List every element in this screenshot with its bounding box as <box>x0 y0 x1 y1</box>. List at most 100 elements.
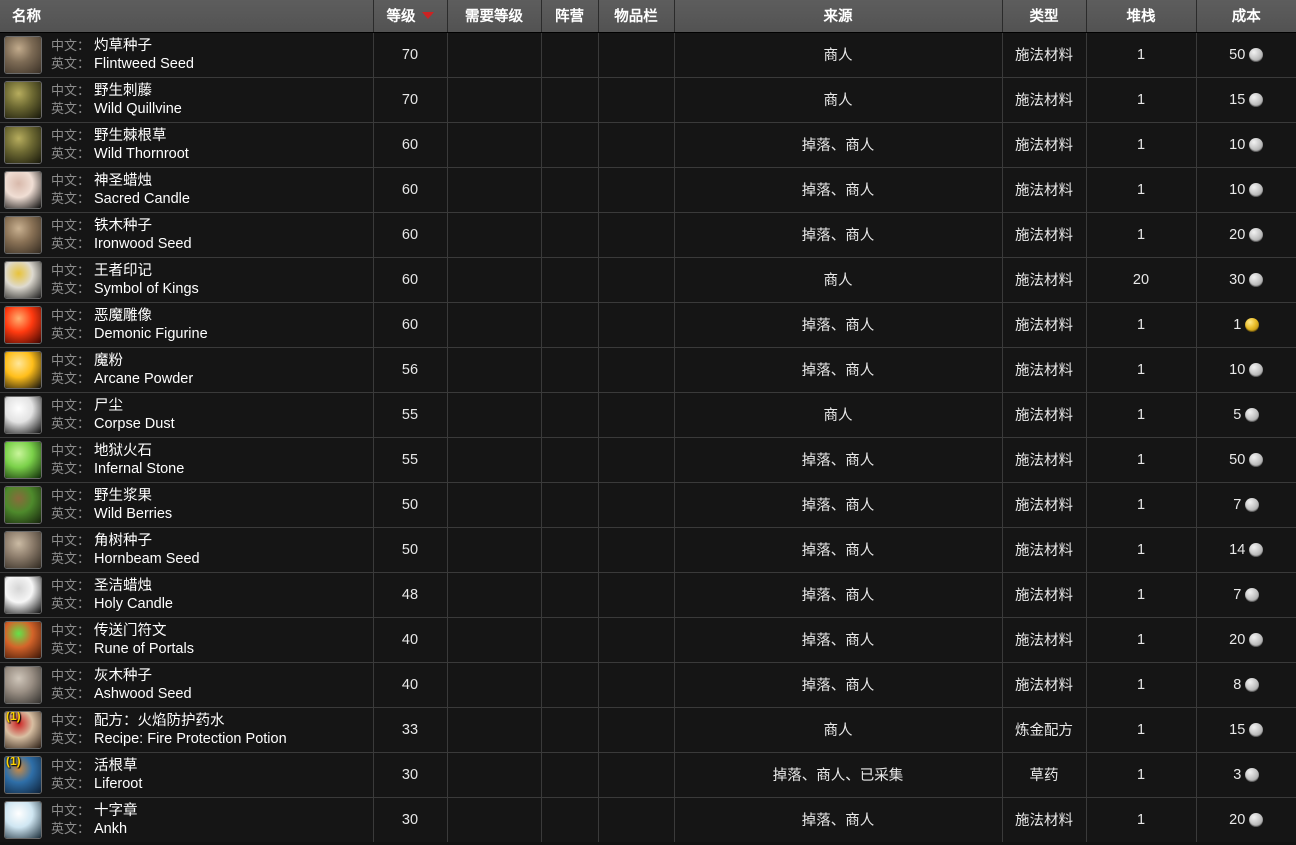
column-header-cost[interactable]: 成本 <box>1196 0 1296 33</box>
item-name-english[interactable]: Ankh <box>94 820 127 838</box>
item-name-cell[interactable]: 中文： 十字章 英文： Ankh <box>0 797 374 842</box>
item-name-english[interactable]: Hornbeam Seed <box>94 550 200 568</box>
table-row[interactable]: 中文： 神圣蜡烛 英文： Sacred Candle 60 掉落、商人 施法材料 1 10 <box>0 167 1296 213</box>
item-name-english[interactable]: Demonic Figurine <box>94 325 208 343</box>
item-icon[interactable]: (1) <box>4 710 42 749</box>
item-name-cell[interactable]: 中文： 地狱火石 英文： Infernal Stone <box>0 437 374 483</box>
column-header-faction[interactable]: 阵营 <box>541 0 599 33</box>
item-name-chinese[interactable]: 铁木种子 <box>94 217 152 235</box>
item-icon[interactable] <box>4 80 42 119</box>
item-icon[interactable]: (1) <box>4 755 42 794</box>
table-row[interactable]: 中文： 灰木种子 英文： Ashwood Seed 40 掉落、商人 施法材料 1 8 <box>0 662 1296 708</box>
item-name-cell[interactable]: (1) 中文： 活根草 英文： Liferoot <box>0 752 374 798</box>
item-name-cell[interactable]: 中文： 灼草种子 英文： Flintweed Seed <box>0 32 374 78</box>
item-name-cell[interactable]: 中文： 铁木种子 英文： Ironwood Seed <box>0 212 374 258</box>
column-header-name[interactable]: 名称 <box>0 0 374 33</box>
item-icon[interactable] <box>4 35 42 74</box>
item-name-cell[interactable]: 中文： 王者印记 英文： Symbol of Kings <box>0 257 374 303</box>
item-icon[interactable] <box>4 575 42 614</box>
item-name-cell[interactable]: 中文： 魔粉 英文： Arcane Powder <box>0 347 374 393</box>
item-name-english[interactable]: Flintweed Seed <box>94 55 194 73</box>
item-name-chinese[interactable]: 圣洁蜡烛 <box>94 577 152 595</box>
item-icon[interactable] <box>4 800 42 839</box>
item-name-chinese[interactable]: 活根草 <box>94 757 138 775</box>
table-row[interactable]: 中文： 王者印记 英文： Symbol of Kings 60 商人 施法材料 20 30 <box>0 257 1296 303</box>
table-row[interactable]: 中文： 尸尘 英文： Corpse Dust 55 商人 施法材料 1 5 <box>0 392 1296 438</box>
item-name-chinese[interactable]: 魔粉 <box>94 352 123 370</box>
item-name-cell[interactable]: 中文： 恶魔雕像 英文： Demonic Figurine <box>0 302 374 348</box>
table-row[interactable]: (1) 中文： 活根草 英文： Liferoot 30 掉落、商人、已采集 草药 1 3 <box>0 752 1296 798</box>
item-name-english[interactable]: Liferoot <box>94 775 142 793</box>
item-name-cell[interactable]: 中文： 神圣蜡烛 英文： Sacred Candle <box>0 167 374 213</box>
table-row[interactable]: (1) 中文： 配方：火焰防护药水 英文： Recipe: Fire Protectio… <box>0 707 1296 753</box>
item-name-english[interactable]: Wild Quillvine <box>94 100 182 118</box>
item-name-english[interactable]: Sacred Candle <box>94 190 190 208</box>
item-name-chinese[interactable]: 恶魔雕像 <box>94 307 152 325</box>
item-name-english[interactable]: Rune of Portals <box>94 640 194 658</box>
table-row[interactable]: 中文： 野生浆果 英文： Wild Berries 50 掉落、商人 施法材料 1 7 <box>0 482 1296 528</box>
item-icon[interactable] <box>4 305 42 344</box>
item-icon[interactable] <box>4 395 42 434</box>
item-name-cell[interactable]: 中文： 灰木种子 英文： Ashwood Seed <box>0 662 374 708</box>
column-header-level[interactable]: 等级 <box>373 0 448 33</box>
item-name-chinese[interactable]: 灰木种子 <box>94 667 152 685</box>
item-icon[interactable] <box>4 665 42 704</box>
item-name-chinese[interactable]: 神圣蜡烛 <box>94 172 152 190</box>
item-icon[interactable] <box>4 260 42 299</box>
item-name-chinese[interactable]: 配方：火焰防护药水 <box>94 712 225 730</box>
table-row[interactable]: 中文： 传送门符文 英文： Rune of Portals 40 掉落、商人 施法材料 1 20 <box>0 617 1296 663</box>
table-row[interactable]: 中文： 恶魔雕像 英文： Demonic Figurine 60 掉落、商人 施法材料 1 1 <box>0 302 1296 348</box>
item-name-chinese[interactable]: 尸尘 <box>94 397 123 415</box>
item-name-chinese[interactable]: 传送门符文 <box>94 622 167 640</box>
table-row[interactable]: 中文： 角树种子 英文： Hornbeam Seed 50 掉落、商人 施法材料 1 14 <box>0 527 1296 573</box>
item-name-english[interactable]: Holy Candle <box>94 595 173 613</box>
item-name-english[interactable]: Corpse Dust <box>94 415 175 433</box>
table-row[interactable]: 中文： 圣洁蜡烛 英文： Holy Candle 48 掉落、商人 施法材料 1 7 <box>0 572 1296 618</box>
item-name-english[interactable]: Wild Berries <box>94 505 172 523</box>
table-row[interactable]: 中文： 十字章 英文： Ankh 30 掉落、商人 施法材料 1 20 <box>0 797 1296 842</box>
table-row[interactable]: 中文： 灼草种子 英文： Flintweed Seed 70 商人 施法材料 1 50 <box>0 32 1296 78</box>
table-row[interactable]: 中文： 地狱火石 英文： Infernal Stone 55 掉落、商人 施法材料 1 50 <box>0 437 1296 483</box>
item-name-english[interactable]: Symbol of Kings <box>94 280 199 298</box>
item-name-english[interactable]: Recipe: Fire Protection Potion <box>94 730 287 748</box>
item-name-chinese[interactable]: 角树种子 <box>94 532 152 550</box>
item-name-english[interactable]: Arcane Powder <box>94 370 193 388</box>
item-name-cell[interactable]: 中文： 尸尘 英文： Corpse Dust <box>0 392 374 438</box>
item-name-english[interactable]: Wild Thornroot <box>94 145 189 163</box>
item-icon[interactable] <box>4 485 42 524</box>
item-name-chinese[interactable]: 野生棘根草 <box>94 127 167 145</box>
item-name-chinese[interactable]: 王者印记 <box>94 262 152 280</box>
item-name-cell[interactable]: 中文： 野生棘根草 英文： Wild Thornroot <box>0 122 374 168</box>
item-icon[interactable] <box>4 215 42 254</box>
table-row[interactable]: 中文： 野生棘根草 英文： Wild Thornroot 60 掉落、商人 施法材料 1 10 <box>0 122 1296 168</box>
item-icon[interactable] <box>4 530 42 569</box>
item-name-english[interactable]: Infernal Stone <box>94 460 184 478</box>
item-name-cell[interactable]: 中文： 传送门符文 英文： Rune of Portals <box>0 617 374 663</box>
item-name-cell[interactable]: 中文： 圣洁蜡烛 英文： Holy Candle <box>0 572 374 618</box>
item-icon[interactable] <box>4 620 42 659</box>
item-name-chinese[interactable]: 野生刺藤 <box>94 82 152 100</box>
item-name-chinese[interactable]: 灼草种子 <box>94 37 152 55</box>
item-name-english[interactable]: Ashwood Seed <box>94 685 192 703</box>
item-name-cell[interactable]: 中文： 野生刺藤 英文： Wild Quillvine <box>0 77 374 123</box>
item-name-cell[interactable]: 中文： 野生浆果 英文： Wild Berries <box>0 482 374 528</box>
column-header-source[interactable]: 来源 <box>674 0 1003 33</box>
column-header-type[interactable]: 类型 <box>1002 0 1087 33</box>
table-row[interactable]: 中文： 铁木种子 英文： Ironwood Seed 60 掉落、商人 施法材料 1 20 <box>0 212 1296 258</box>
item-icon[interactable] <box>4 440 42 479</box>
item-name-chinese[interactable]: 十字章 <box>94 802 138 820</box>
item-icon[interactable] <box>4 125 42 164</box>
column-header-stack[interactable]: 堆栈 <box>1086 0 1197 33</box>
item-icon[interactable] <box>4 170 42 209</box>
item-name-chinese[interactable]: 野生浆果 <box>94 487 152 505</box>
column-header-req[interactable]: 需要等级 <box>447 0 542 33</box>
item-name-chinese[interactable]: 地狱火石 <box>94 442 152 460</box>
item-name-english[interactable]: Ironwood Seed <box>94 235 192 253</box>
column-header-label: 等级 <box>386 9 416 26</box>
table-row[interactable]: 中文： 魔粉 英文： Arcane Powder 56 掉落、商人 施法材料 1 10 <box>0 347 1296 393</box>
column-header-slot[interactable]: 物品栏 <box>598 0 675 33</box>
item-icon[interactable] <box>4 350 42 389</box>
table-row[interactable]: 中文： 野生刺藤 英文： Wild Quillvine 70 商人 施法材料 1 15 <box>0 77 1296 123</box>
item-name-cell[interactable]: (1) 中文： 配方：火焰防护药水 英文： Recipe: Fire Protectio… <box>0 707 374 753</box>
item-name-cell[interactable]: 中文： 角树种子 英文： Hornbeam Seed <box>0 527 374 573</box>
